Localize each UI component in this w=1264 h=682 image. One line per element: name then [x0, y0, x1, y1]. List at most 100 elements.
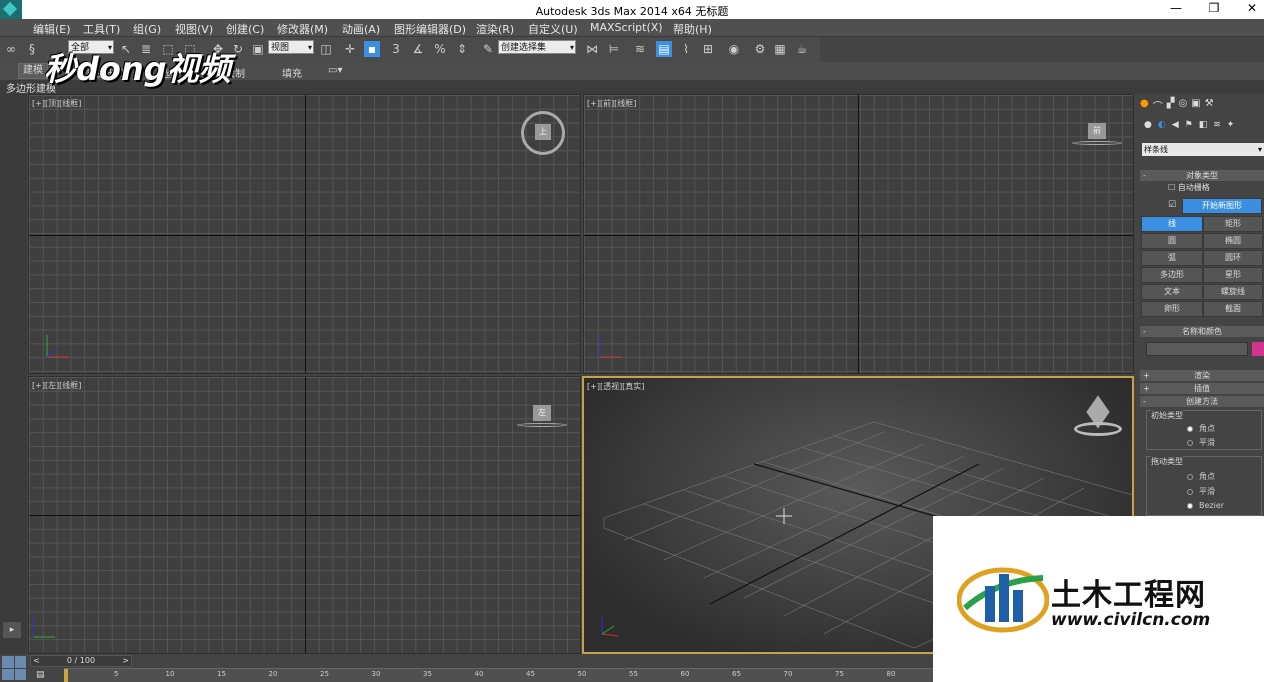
- edit-named-selection-icon[interactable]: ✎: [480, 41, 496, 57]
- spacewarps-icon[interactable]: ≋: [1213, 120, 1221, 134]
- percent-snap-icon[interactable]: %: [432, 41, 448, 57]
- restore-button[interactable]: ❐: [1204, 1, 1224, 15]
- named-selection-dropdown[interactable]: 创建选择集 ▾: [498, 40, 576, 54]
- menu-graph-editors[interactable]: 图形编辑器(D): [394, 21, 466, 37]
- keyboard-shortcut-toggle-icon[interactable]: ▪: [364, 41, 380, 57]
- align-icon[interactable]: ⊨: [606, 41, 622, 57]
- tab-populate[interactable]: 填充: [282, 65, 302, 80]
- time-slider[interactable]: <0 / 100 >: [30, 655, 132, 667]
- select-rotate-icon[interactable]: ↻: [230, 41, 246, 57]
- lights-icon[interactable]: ◀: [1172, 120, 1179, 134]
- menu-view[interactable]: 视图(V): [175, 21, 213, 37]
- select-scale-icon[interactable]: ▣: [250, 41, 266, 57]
- motion-tab-icon[interactable]: ◎: [1178, 98, 1187, 112]
- viewcube-icon[interactable]: 上: [521, 111, 565, 155]
- object-color-swatch[interactable]: [1252, 342, 1264, 356]
- shape-egg-button[interactable]: 卵形: [1141, 301, 1203, 317]
- menu-bar: 编辑(E) 工具(T) 组(G) 视图(V) 创建(C) 修改器(M) 动画(A…: [0, 19, 1264, 37]
- shape-line-button[interactable]: 线: [1141, 216, 1203, 232]
- ribbon-options-icon[interactable]: ▭▾: [328, 65, 342, 76]
- menu-customize[interactable]: 自定义(U): [528, 21, 578, 37]
- menu-animation[interactable]: 动画(A): [342, 21, 380, 37]
- hierarchy-tab-icon[interactable]: ▞: [1167, 98, 1175, 112]
- angle-snap-icon[interactable]: ∡: [410, 41, 426, 57]
- menu-modifiers[interactable]: 修改器(M): [277, 21, 328, 37]
- rollout-creation-method[interactable]: - 创建方法: [1140, 396, 1264, 407]
- rollout-object-type[interactable]: - 对象类型: [1140, 170, 1264, 181]
- geometry-icon[interactable]: ●: [1144, 120, 1152, 134]
- viewport-layout-icon[interactable]: [0, 654, 28, 682]
- cameras-icon[interactable]: ⚑: [1185, 120, 1193, 134]
- timeline-ruler[interactable]: 510152025303540455055606570758085: [64, 668, 947, 682]
- reference-coordinate-dropdown[interactable]: 视图 ▾: [268, 40, 314, 54]
- menu-edit[interactable]: 编辑(E): [33, 21, 71, 37]
- mirror-icon[interactable]: ⋈: [584, 41, 600, 57]
- schematic-view-icon[interactable]: ⊞: [700, 41, 716, 57]
- mini-curve-editor-icon[interactable]: ▤: [36, 670, 45, 680]
- material-editor-icon[interactable]: ◉: [726, 41, 742, 57]
- initial-smooth-radio[interactable]: 平滑: [1187, 437, 1215, 448]
- menu-maxscript[interactable]: MAXScript(X): [590, 21, 663, 34]
- drag-corner-radio[interactable]: 角点: [1187, 471, 1215, 482]
- viewcube-icon[interactable]: 左: [517, 405, 567, 429]
- rendered-frame-icon[interactable]: ▦: [772, 41, 788, 57]
- modify-tab-icon[interactable]: ⌒: [1153, 98, 1163, 113]
- category-dropdown[interactable]: 样条线 ▾: [1142, 143, 1264, 156]
- spinner-snap-icon[interactable]: ⇕: [454, 41, 470, 57]
- viewcube-icon[interactable]: [1074, 395, 1122, 438]
- snaps-toggle-icon[interactable]: 3: [388, 41, 404, 57]
- close-button[interactable]: ✕: [1242, 1, 1262, 15]
- menu-tools[interactable]: 工具(T): [83, 21, 120, 37]
- minimize-button[interactable]: —: [1166, 1, 1186, 15]
- render-setup-icon[interactable]: ⚙: [752, 41, 768, 57]
- initial-corner-radio[interactable]: 角点: [1187, 423, 1215, 434]
- time-slider-handle[interactable]: [64, 669, 68, 682]
- layer-manager-icon[interactable]: ≋: [632, 41, 648, 57]
- autogrid-checkbox[interactable]: ☐ 自动栅格: [1168, 182, 1210, 193]
- scene-explorer-icon[interactable]: ▤: [656, 41, 672, 57]
- object-name-input[interactable]: [1146, 342, 1248, 356]
- viewport-label[interactable]: [+][前][线框]: [587, 98, 636, 109]
- shapes-icon[interactable]: ◐: [1158, 120, 1166, 134]
- shape-ngon-button[interactable]: 多边形: [1141, 267, 1203, 283]
- rollout-name-color[interactable]: - 名称和颜色: [1140, 326, 1264, 337]
- shape-arc-button[interactable]: 弧: [1141, 250, 1203, 266]
- drag-smooth-radio[interactable]: 平滑: [1187, 486, 1215, 497]
- start-new-shape-checkbox[interactable]: ☑: [1168, 200, 1176, 210]
- viewport-label[interactable]: [+][顶][线框]: [32, 98, 81, 109]
- curve-editor-icon[interactable]: ⌇: [678, 41, 694, 57]
- shape-donut-button[interactable]: 圆环: [1203, 250, 1263, 266]
- rollout-rendering[interactable]: + 渲染: [1140, 370, 1264, 381]
- shape-ellipse-button[interactable]: 椭圆: [1203, 233, 1263, 249]
- display-tab-icon[interactable]: ▣: [1191, 98, 1200, 112]
- shape-star-button[interactable]: 星形: [1203, 267, 1263, 283]
- select-manipulate-icon[interactable]: ✛: [342, 41, 358, 57]
- drag-bezier-radio[interactable]: Bezier: [1187, 501, 1224, 510]
- viewport-left[interactable]: [+][左][线框] 左: [28, 376, 581, 654]
- viewport-top[interactable]: [+][顶][线框] 上: [28, 94, 581, 374]
- menu-help[interactable]: 帮助(H): [673, 21, 712, 37]
- shape-section-button[interactable]: 截面: [1203, 301, 1263, 317]
- render-teapot-icon[interactable]: ☕: [794, 41, 810, 57]
- unlink-icon[interactable]: §: [24, 41, 40, 57]
- link-icon[interactable]: ∞: [3, 41, 19, 57]
- menu-rendering[interactable]: 渲染(R): [476, 21, 514, 37]
- shape-rectangle-button[interactable]: 矩形: [1203, 216, 1263, 232]
- shape-circle-button[interactable]: 圆: [1141, 233, 1203, 249]
- menu-create[interactable]: 创建(C): [226, 21, 264, 37]
- grid-y-axis: [858, 95, 859, 373]
- start-new-shape-button[interactable]: 开始新图形: [1182, 198, 1262, 214]
- viewcube-icon[interactable]: 前: [1072, 123, 1122, 147]
- viewport-label[interactable]: [+][左][线框]: [32, 380, 81, 391]
- rollout-interpolation[interactable]: + 插值: [1140, 383, 1264, 394]
- pivot-center-icon[interactable]: ◫: [318, 41, 334, 57]
- create-tab-icon[interactable]: ●: [1140, 98, 1149, 112]
- shape-helix-button[interactable]: 螺旋线: [1203, 284, 1263, 300]
- play-expand-icon[interactable]: ▸: [3, 622, 21, 638]
- utilities-tab-icon[interactable]: ⚒: [1205, 98, 1214, 112]
- systems-icon[interactable]: ✦: [1227, 120, 1235, 134]
- helpers-icon[interactable]: ◧: [1199, 120, 1208, 134]
- viewport-front[interactable]: [+][前][线框] 前: [583, 94, 1134, 374]
- menu-group[interactable]: 组(G): [133, 21, 161, 37]
- shape-text-button[interactable]: 文本: [1141, 284, 1203, 300]
